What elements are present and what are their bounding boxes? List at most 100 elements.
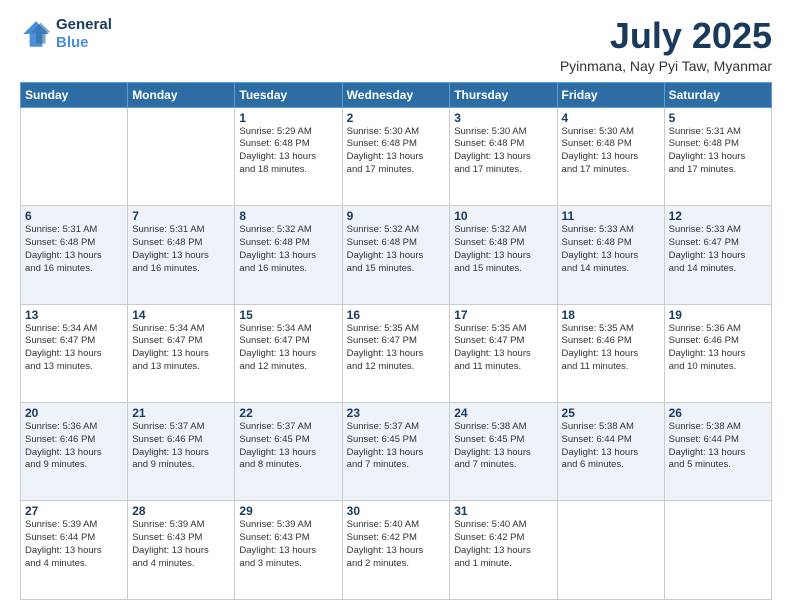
calendar-cell: 2Sunrise: 5:30 AMSunset: 6:48 PMDaylight…: [342, 107, 450, 205]
day-number: 19: [669, 308, 767, 322]
day-info: Sunrise: 5:39 AMSunset: 6:43 PMDaylight:…: [239, 519, 337, 570]
calendar-cell: 22Sunrise: 5:37 AMSunset: 6:45 PMDayligh…: [235, 403, 342, 501]
day-number: 25: [562, 406, 660, 420]
logo-text: General Blue: [56, 16, 112, 52]
day-info: Sunrise: 5:36 AMSunset: 6:46 PMDaylight:…: [25, 421, 123, 472]
calendar-cell: 15Sunrise: 5:34 AMSunset: 6:47 PMDayligh…: [235, 304, 342, 402]
day-number: 6: [25, 209, 123, 223]
calendar-week-4: 20Sunrise: 5:36 AMSunset: 6:46 PMDayligh…: [21, 403, 772, 501]
calendar-header-row: SundayMondayTuesdayWednesdayThursdayFrid…: [21, 82, 772, 107]
day-info: Sunrise: 5:35 AMSunset: 6:46 PMDaylight:…: [562, 323, 660, 374]
calendar-header-wednesday: Wednesday: [342, 82, 450, 107]
day-info: Sunrise: 5:32 AMSunset: 6:48 PMDaylight:…: [239, 224, 337, 275]
logo-icon: [20, 18, 52, 50]
calendar-header-thursday: Thursday: [450, 82, 557, 107]
day-number: 5: [669, 111, 767, 125]
day-info: Sunrise: 5:34 AMSunset: 6:47 PMDaylight:…: [239, 323, 337, 374]
calendar-header-monday: Monday: [128, 82, 235, 107]
calendar-cell: 20Sunrise: 5:36 AMSunset: 6:46 PMDayligh…: [21, 403, 128, 501]
subtitle: Pyinmana, Nay Pyi Taw, Myanmar: [560, 58, 772, 74]
calendar-cell: 1Sunrise: 5:29 AMSunset: 6:48 PMDaylight…: [235, 107, 342, 205]
day-number: 21: [132, 406, 230, 420]
day-number: 30: [347, 504, 446, 518]
day-number: 20: [25, 406, 123, 420]
day-number: 26: [669, 406, 767, 420]
calendar-cell: 30Sunrise: 5:40 AMSunset: 6:42 PMDayligh…: [342, 501, 450, 600]
day-info: Sunrise: 5:31 AMSunset: 6:48 PMDaylight:…: [25, 224, 123, 275]
calendar-cell: 19Sunrise: 5:36 AMSunset: 6:46 PMDayligh…: [664, 304, 771, 402]
day-info: Sunrise: 5:40 AMSunset: 6:42 PMDaylight:…: [454, 519, 552, 570]
calendar-week-1: 1Sunrise: 5:29 AMSunset: 6:48 PMDaylight…: [21, 107, 772, 205]
calendar-cell: 24Sunrise: 5:38 AMSunset: 6:45 PMDayligh…: [450, 403, 557, 501]
day-info: Sunrise: 5:32 AMSunset: 6:48 PMDaylight:…: [454, 224, 552, 275]
calendar-cell: 7Sunrise: 5:31 AMSunset: 6:48 PMDaylight…: [128, 206, 235, 304]
calendar-cell: 28Sunrise: 5:39 AMSunset: 6:43 PMDayligh…: [128, 501, 235, 600]
day-info: Sunrise: 5:39 AMSunset: 6:43 PMDaylight:…: [132, 519, 230, 570]
day-info: Sunrise: 5:40 AMSunset: 6:42 PMDaylight:…: [347, 519, 446, 570]
day-number: 16: [347, 308, 446, 322]
calendar-cell: 4Sunrise: 5:30 AMSunset: 6:48 PMDaylight…: [557, 107, 664, 205]
calendar-cell: 8Sunrise: 5:32 AMSunset: 6:48 PMDaylight…: [235, 206, 342, 304]
day-info: Sunrise: 5:39 AMSunset: 6:44 PMDaylight:…: [25, 519, 123, 570]
day-number: 7: [132, 209, 230, 223]
day-number: 15: [239, 308, 337, 322]
calendar-cell: 29Sunrise: 5:39 AMSunset: 6:43 PMDayligh…: [235, 501, 342, 600]
day-number: 31: [454, 504, 552, 518]
day-number: 9: [347, 209, 446, 223]
calendar-cell: 6Sunrise: 5:31 AMSunset: 6:48 PMDaylight…: [21, 206, 128, 304]
day-number: 14: [132, 308, 230, 322]
calendar-cell: 16Sunrise: 5:35 AMSunset: 6:47 PMDayligh…: [342, 304, 450, 402]
calendar-cell: [557, 501, 664, 600]
calendar-header-saturday: Saturday: [664, 82, 771, 107]
day-number: 4: [562, 111, 660, 125]
day-info: Sunrise: 5:34 AMSunset: 6:47 PMDaylight:…: [132, 323, 230, 374]
calendar-cell: 5Sunrise: 5:31 AMSunset: 6:48 PMDaylight…: [664, 107, 771, 205]
main-title: July 2025: [560, 16, 772, 56]
calendar-header-friday: Friday: [557, 82, 664, 107]
day-number: 24: [454, 406, 552, 420]
day-info: Sunrise: 5:31 AMSunset: 6:48 PMDaylight:…: [669, 126, 767, 177]
day-number: 8: [239, 209, 337, 223]
calendar-cell: 9Sunrise: 5:32 AMSunset: 6:48 PMDaylight…: [342, 206, 450, 304]
title-block: July 2025 Pyinmana, Nay Pyi Taw, Myanmar: [560, 16, 772, 74]
calendar-table: SundayMondayTuesdayWednesdayThursdayFrid…: [20, 82, 772, 600]
day-info: Sunrise: 5:38 AMSunset: 6:44 PMDaylight:…: [562, 421, 660, 472]
day-info: Sunrise: 5:29 AMSunset: 6:48 PMDaylight:…: [239, 126, 337, 177]
calendar-cell: [128, 107, 235, 205]
day-info: Sunrise: 5:38 AMSunset: 6:44 PMDaylight:…: [669, 421, 767, 472]
calendar-cell: 23Sunrise: 5:37 AMSunset: 6:45 PMDayligh…: [342, 403, 450, 501]
calendar-cell: [664, 501, 771, 600]
calendar-week-2: 6Sunrise: 5:31 AMSunset: 6:48 PMDaylight…: [21, 206, 772, 304]
calendar-cell: 10Sunrise: 5:32 AMSunset: 6:48 PMDayligh…: [450, 206, 557, 304]
day-info: Sunrise: 5:35 AMSunset: 6:47 PMDaylight:…: [347, 323, 446, 374]
day-number: 10: [454, 209, 552, 223]
day-info: Sunrise: 5:30 AMSunset: 6:48 PMDaylight:…: [562, 126, 660, 177]
calendar-cell: 11Sunrise: 5:33 AMSunset: 6:48 PMDayligh…: [557, 206, 664, 304]
day-info: Sunrise: 5:32 AMSunset: 6:48 PMDaylight:…: [347, 224, 446, 275]
calendar-cell: [21, 107, 128, 205]
calendar-cell: 27Sunrise: 5:39 AMSunset: 6:44 PMDayligh…: [21, 501, 128, 600]
calendar-cell: 26Sunrise: 5:38 AMSunset: 6:44 PMDayligh…: [664, 403, 771, 501]
day-number: 3: [454, 111, 552, 125]
day-number: 1: [239, 111, 337, 125]
day-info: Sunrise: 5:33 AMSunset: 6:48 PMDaylight:…: [562, 224, 660, 275]
calendar-cell: 17Sunrise: 5:35 AMSunset: 6:47 PMDayligh…: [450, 304, 557, 402]
day-info: Sunrise: 5:37 AMSunset: 6:45 PMDaylight:…: [347, 421, 446, 472]
calendar-header-sunday: Sunday: [21, 82, 128, 107]
day-info: Sunrise: 5:31 AMSunset: 6:48 PMDaylight:…: [132, 224, 230, 275]
day-info: Sunrise: 5:34 AMSunset: 6:47 PMDaylight:…: [25, 323, 123, 374]
calendar-cell: 31Sunrise: 5:40 AMSunset: 6:42 PMDayligh…: [450, 501, 557, 600]
day-number: 2: [347, 111, 446, 125]
calendar-cell: 21Sunrise: 5:37 AMSunset: 6:46 PMDayligh…: [128, 403, 235, 501]
calendar-cell: 14Sunrise: 5:34 AMSunset: 6:47 PMDayligh…: [128, 304, 235, 402]
calendar-header-tuesday: Tuesday: [235, 82, 342, 107]
calendar-cell: 13Sunrise: 5:34 AMSunset: 6:47 PMDayligh…: [21, 304, 128, 402]
calendar-week-5: 27Sunrise: 5:39 AMSunset: 6:44 PMDayligh…: [21, 501, 772, 600]
day-number: 13: [25, 308, 123, 322]
calendar-week-3: 13Sunrise: 5:34 AMSunset: 6:47 PMDayligh…: [21, 304, 772, 402]
day-number: 11: [562, 209, 660, 223]
day-info: Sunrise: 5:33 AMSunset: 6:47 PMDaylight:…: [669, 224, 767, 275]
day-number: 18: [562, 308, 660, 322]
day-number: 12: [669, 209, 767, 223]
day-info: Sunrise: 5:37 AMSunset: 6:46 PMDaylight:…: [132, 421, 230, 472]
